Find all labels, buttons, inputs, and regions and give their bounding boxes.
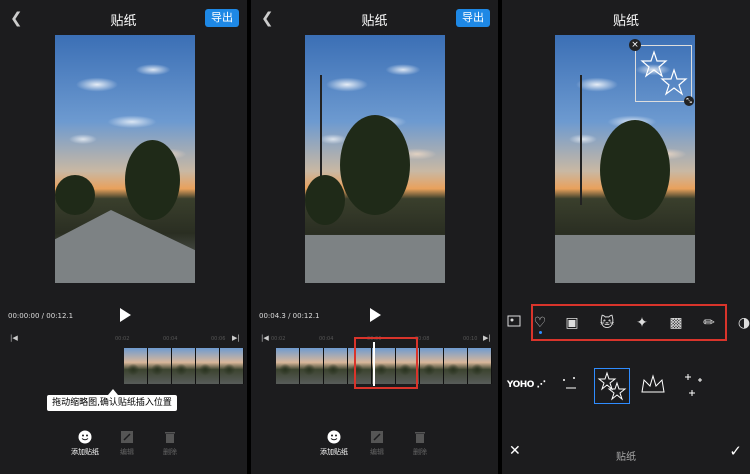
page-title: 贴纸 [612,14,639,29]
smiley-icon [78,430,92,444]
highlight-box [531,304,727,341]
edit-icon [370,430,384,444]
export-button[interactable]: 导出 [456,9,490,27]
time-display: 00:04.3 / 00:12.1 [259,312,320,320]
export-button[interactable]: 导出 [205,9,239,27]
thumbnail[interactable] [276,348,300,384]
yoho-text: YOHO [506,380,535,390]
thumbnail[interactable] [420,348,444,384]
highlight-box [354,337,418,389]
tool-label: 编辑 [370,448,384,456]
bottom-title: 贴纸 [616,452,636,463]
add-sticker-button[interactable]: 添加贴纸 [65,430,105,457]
sticker-panel: 贴纸 × ⤡ ♡ ▣ 🐱 ✦ ▩ ✏ ◑ YOHO ⋰ ✕ 贴纸 ✓ [502,0,750,474]
tool-label: 删除 [413,448,427,456]
editor-panel-2: ❮ 贴纸 导出 00:04.3 / 00:12.1 |◀ ▶| 00:02 00… [251,0,498,474]
ruler-mark: 00:06 [211,336,226,342]
thumbnail[interactable] [148,348,172,384]
tool-label: 删除 [163,448,177,456]
trash-icon [413,430,427,444]
timeline-ruler: 00:02 00:04 00:06 [115,336,235,346]
delete-button[interactable]: 删除 [150,430,190,457]
editor-panel-1: ❮ 贴纸 导出 00:00:00 / 00:12.1 |◀ ▶| 00:02 0… [0,0,247,474]
thumbnail[interactable] [300,348,324,384]
hint-tooltip: 拖动缩略图,确认贴纸插入位置 [47,395,177,411]
ruler-mark: 00:04 [163,336,178,342]
ruler-mark: 00:04 [319,336,334,342]
thumbnail[interactable] [172,348,196,384]
confirm-check-icon[interactable]: ✓ [729,442,742,460]
thumbnail[interactable] [220,348,244,384]
ruler-mark: 00:02 [115,336,130,342]
tool-label: 编辑 [120,448,134,456]
edit-button[interactable]: 编辑 [357,430,397,457]
add-sticker-button[interactable]: 添加贴纸 [314,430,354,457]
yoho-sticker[interactable]: YOHO ⋰ [506,368,546,402]
tool-label: 添加贴纸 [320,448,348,456]
video-preview [55,35,195,283]
dots-sticker[interactable] [554,368,588,402]
play-button[interactable] [120,308,131,322]
thumbnail[interactable] [468,348,492,384]
crown-sticker[interactable] [636,368,670,402]
edit-button[interactable]: 编辑 [107,430,147,457]
delete-button[interactable]: 删除 [400,430,440,457]
close-icon[interactable]: × [629,39,641,51]
watermelon-icon[interactable]: ◑ [734,313,750,333]
trash-icon [163,430,177,444]
stars-sticker-overlay [640,50,688,96]
thumbnail[interactable] [444,348,468,384]
play-button[interactable] [370,308,381,322]
image-cut-icon[interactable] [504,313,524,333]
thumbnail[interactable] [196,348,220,384]
ruler-mark: 00:10 [463,336,478,342]
video-preview [305,35,445,283]
skip-end-icon[interactable]: ▶| [483,334,491,342]
skip-start-icon[interactable]: |◀ [10,334,18,342]
thumbnail[interactable] [324,348,348,384]
smiley-icon [327,430,341,444]
stars-sticker[interactable] [594,368,630,404]
thumbnail[interactable] [124,348,148,384]
tool-label: 添加贴纸 [71,448,99,456]
thumbnail-strip[interactable] [124,348,244,384]
time-display: 00:00:00 / 00:12.1 [8,312,74,320]
sticker-frame[interactable] [635,45,692,102]
sparkles-sticker[interactable] [678,368,712,402]
skip-start-icon[interactable]: |◀ [261,334,269,342]
resize-icon[interactable]: ⤡ [684,96,694,106]
ruler-mark: 00:02 [271,336,286,342]
edit-icon [120,430,134,444]
